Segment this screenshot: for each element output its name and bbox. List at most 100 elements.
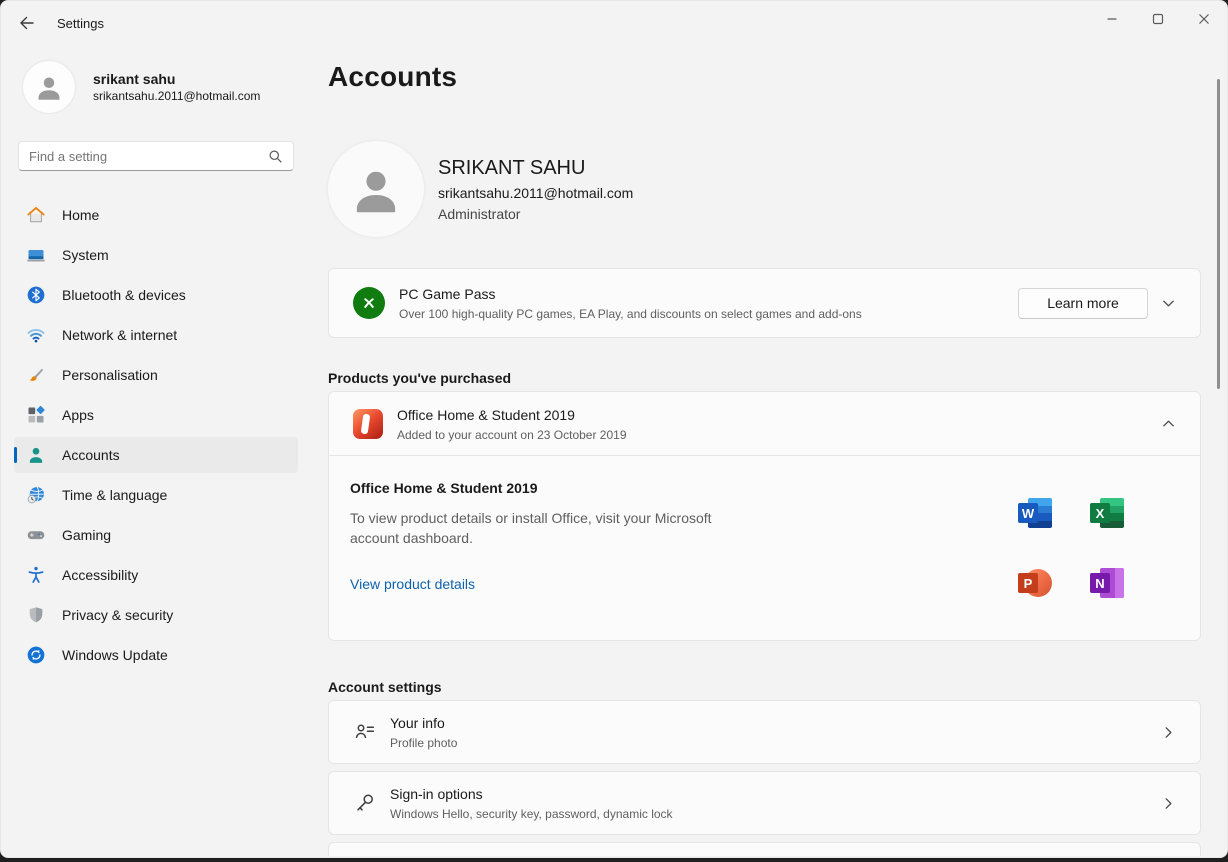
office-details-heading: Office Home & Student 2019 <box>350 478 1176 498</box>
office-product-text: Office Home & Student 2019 Added to your… <box>397 405 627 443</box>
your-info-text: Your info Profile photo <box>390 713 457 751</box>
sidebar-item-apps[interactable]: Apps <box>14 397 298 433</box>
gamepass-title: PC Game Pass <box>399 284 862 304</box>
home-icon <box>26 205 46 225</box>
sidebar-item-accessibility[interactable]: Accessibility <box>14 557 298 593</box>
apps-icon <box>26 405 46 425</box>
profile-text: SRIKANT SAHU srikantsahu.2011@hotmail.co… <box>438 155 633 224</box>
office-collapse-button[interactable] <box>1148 416 1188 431</box>
search-box[interactable] <box>18 141 294 171</box>
sidebar-item-time-language[interactable]: Time & language <box>14 477 298 513</box>
your-info-row[interactable]: Your info Profile photo <box>328 700 1201 764</box>
purchased-section-title: Products you've purchased <box>328 368 1201 388</box>
sidebar-item-system[interactable]: System <box>14 237 298 273</box>
gamepad-icon <box>26 525 46 545</box>
clock-globe-icon <box>26 485 46 505</box>
sign-in-options-chevron <box>1148 796 1188 811</box>
shield-icon <box>26 605 46 625</box>
sidebar-item-label: Home <box>62 207 99 223</box>
sign-in-options-subtitle: Windows Hello, security key, password, d… <box>390 806 673 822</box>
chevron-up-icon <box>1161 416 1176 431</box>
window-controls <box>1089 1 1227 45</box>
sidebar-item-label: Windows Update <box>62 647 168 663</box>
profile-email: srikantsahu.2011@hotmail.com <box>438 183 633 204</box>
sidebar-item-label: Apps <box>62 407 94 423</box>
sidebar-user-email: srikantsahu.2011@hotmail.com <box>93 88 260 104</box>
sidebar-item-label: System <box>62 247 109 263</box>
bluetooth-icon <box>26 285 46 305</box>
avatar <box>23 61 75 113</box>
view-product-details-link[interactable]: View product details <box>350 574 475 594</box>
sidebar-item-gaming[interactable]: Gaming <box>14 517 298 553</box>
person-silhouette-icon <box>32 70 66 104</box>
office-product-card: Office Home & Student 2019 Added to your… <box>328 391 1201 641</box>
sidebar-item-accounts[interactable]: Accounts <box>14 437 298 473</box>
titlebar: Settings <box>1 1 1227 45</box>
accessibility-icon <box>26 565 46 585</box>
gamepass-text: PC Game Pass Over 100 high-quality PC ga… <box>399 284 862 322</box>
person-silhouette-icon <box>345 158 407 220</box>
selected-indicator <box>14 447 17 463</box>
sign-in-options-title: Sign-in options <box>390 784 673 804</box>
office-product-header[interactable]: Office Home & Student 2019 Added to your… <box>329 392 1200 456</box>
chevron-right-icon <box>1161 796 1176 811</box>
sidebar-item-label: Accounts <box>62 447 120 463</box>
your-info-chevron <box>1148 725 1188 740</box>
key-icon <box>353 791 377 815</box>
office-details-body: To view product details or install Offic… <box>350 508 740 548</box>
powerpoint-icon: P <box>1018 568 1052 600</box>
update-icon <box>26 645 46 665</box>
learn-more-button[interactable]: Learn more <box>1018 288 1148 319</box>
maximize-icon <box>1151 12 1165 26</box>
office-apps-grid: W X P N <box>1018 498 1124 600</box>
sidebar-item-bluetooth[interactable]: Bluetooth & devices <box>14 277 298 313</box>
sidebar-item-network[interactable]: Network & internet <box>14 317 298 353</box>
next-settings-row-partial[interactable] <box>328 842 1201 856</box>
close-icon <box>1197 12 1211 26</box>
profile-name: SRIKANT SAHU <box>438 155 633 181</box>
office-product-body: Office Home & Student 2019 To view produ… <box>329 456 1200 640</box>
chevron-right-icon <box>1161 725 1176 740</box>
sidebar-item-label: Network & internet <box>62 327 177 343</box>
gamepass-expand-button[interactable] <box>1148 296 1188 311</box>
sidebar-item-label: Time & language <box>62 487 167 503</box>
sidebar-nav: Home System Bluetooth & devices <box>14 197 298 673</box>
vertical-scrollbar-thumb[interactable] <box>1217 79 1220 389</box>
brush-icon <box>26 365 46 385</box>
sidebar-item-windows-update[interactable]: Windows Update <box>14 637 298 673</box>
profile-header: SRIKANT SAHU srikantsahu.2011@hotmail.co… <box>328 141 1201 237</box>
sidebar: srikant sahu srikantsahu.2011@hotmail.co… <box>1 45 311 857</box>
sidebar-user-card[interactable]: srikant sahu srikantsahu.2011@hotmail.co… <box>23 61 298 113</box>
minimize-button[interactable] <box>1089 1 1135 37</box>
profile-role: Administrator <box>438 204 633 224</box>
sign-in-options-text: Sign-in options Windows Hello, security … <box>390 784 673 822</box>
sidebar-item-label: Accessibility <box>62 567 138 583</box>
close-button[interactable] <box>1181 1 1227 37</box>
profile-avatar <box>328 141 424 237</box>
search-icon[interactable] <box>268 149 283 164</box>
sidebar-item-privacy[interactable]: Privacy & security <box>14 597 298 633</box>
sidebar-item-home[interactable]: Home <box>14 197 298 233</box>
office-product-title: Office Home & Student 2019 <box>397 405 627 425</box>
xbox-icon <box>353 287 385 319</box>
sidebar-item-personalisation[interactable]: Personalisation <box>14 357 298 393</box>
sign-in-options-row[interactable]: Sign-in options Windows Hello, security … <box>328 771 1201 835</box>
maximize-button[interactable] <box>1135 1 1181 37</box>
person-icon <box>26 445 46 465</box>
sidebar-item-label: Privacy & security <box>62 607 173 623</box>
sidebar-item-label: Personalisation <box>62 367 158 383</box>
page-title: Accounts <box>328 59 1201 95</box>
your-info-subtitle: Profile photo <box>390 735 457 751</box>
app-title: Settings <box>57 16 104 31</box>
sidebar-user-name: srikant sahu <box>93 70 260 88</box>
system-icon <box>26 245 46 265</box>
your-info-title: Your info <box>390 713 457 733</box>
sidebar-item-label: Bluetooth & devices <box>62 287 186 303</box>
search-input[interactable] <box>29 149 268 164</box>
back-button[interactable] <box>11 7 43 39</box>
sidebar-user-text: srikant sahu srikantsahu.2011@hotmail.co… <box>93 70 260 104</box>
person-card-icon <box>353 720 377 744</box>
gamepass-subtitle: Over 100 high-quality PC games, EA Play,… <box>399 306 862 322</box>
onenote-icon: N <box>1090 568 1124 600</box>
office-product-subtitle: Added to your account on 23 October 2019 <box>397 427 627 443</box>
